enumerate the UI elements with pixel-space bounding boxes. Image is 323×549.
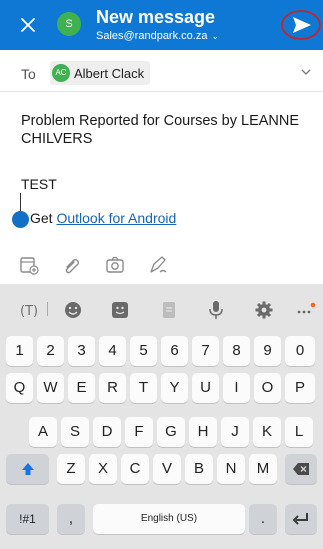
symbols-key[interactable]: !#1 — [6, 504, 49, 534]
compose-toolbar — [0, 250, 323, 280]
key-3[interactable]: 3 — [68, 336, 95, 366]
settings-icon[interactable] — [253, 300, 275, 320]
key-g[interactable]: G — [157, 417, 185, 447]
key-2[interactable]: 2 — [37, 336, 64, 366]
key-x[interactable]: X — [89, 454, 117, 484]
key-a[interactable]: A — [29, 417, 57, 447]
key-v[interactable]: V — [153, 454, 181, 484]
key-4[interactable]: 4 — [99, 336, 126, 366]
signature-prefix: Get — [30, 210, 57, 226]
key-d[interactable]: D — [93, 417, 121, 447]
key-c[interactable]: C — [121, 454, 149, 484]
key-i[interactable]: I — [223, 373, 250, 403]
emoji-icon[interactable] — [62, 300, 84, 320]
key-h[interactable]: H — [189, 417, 217, 447]
key-e[interactable]: E — [68, 373, 95, 403]
key-5[interactable]: 5 — [130, 336, 157, 366]
chevron-down-icon[interactable] — [300, 66, 312, 78]
message-body[interactable]: TEST — [21, 176, 57, 192]
chevron-down-icon: ⌄ — [211, 31, 219, 41]
key-r[interactable]: R — [99, 373, 126, 403]
period-key[interactable]: . — [249, 504, 277, 534]
key-s[interactable]: S — [61, 417, 89, 447]
from-address: Sales@randpark.co.za — [96, 30, 208, 42]
key-b[interactable]: B — [185, 454, 213, 484]
recipient-chip[interactable]: AC Albert Clack — [50, 61, 151, 85]
key-w[interactable]: W — [37, 373, 64, 403]
backspace-icon — [293, 463, 309, 475]
camera-icon[interactable] — [104, 254, 126, 276]
key-k[interactable]: K — [253, 417, 281, 447]
recipient-avatar: AC — [52, 64, 70, 82]
backspace-key[interactable] — [285, 454, 317, 484]
key-o[interactable]: O — [254, 373, 281, 403]
spacebar[interactable]: English (US) — [93, 504, 245, 534]
key-0[interactable]: 0 — [285, 336, 315, 366]
key-j[interactable]: J — [221, 417, 249, 447]
key-y[interactable]: Y — [161, 373, 188, 403]
comma-key[interactable]: , — [57, 504, 85, 534]
compose-header: S New message Sales@randpark.co.za ⌄ — [0, 0, 323, 50]
enter-key[interactable] — [285, 504, 317, 534]
recipient-name: Albert Clack — [74, 65, 145, 81]
key-t[interactable]: T — [130, 373, 157, 403]
shift-key[interactable] — [6, 454, 49, 484]
key-m[interactable]: M — [249, 454, 277, 484]
sender-avatar: S — [57, 12, 81, 36]
more-icon[interactable] — [295, 300, 317, 320]
soft-keyboard: (T) 1 2 3 4 5 6 7 8 9 0 Q W E R T Y U I … — [0, 284, 323, 549]
shift-arrow-icon — [21, 463, 34, 475]
outlook-link[interactable]: Outlook for Android — [56, 210, 176, 226]
key-z[interactable]: Z — [57, 454, 85, 484]
send-button[interactable] — [280, 8, 322, 42]
subject-field[interactable]: Problem Reported for Courses by LEANNE C… — [21, 112, 306, 148]
toolbar-divider — [47, 302, 48, 316]
key-u[interactable]: U — [192, 373, 219, 403]
pen-icon[interactable] — [147, 254, 169, 276]
close-icon[interactable] — [14, 11, 42, 39]
key-7[interactable]: 7 — [192, 336, 219, 366]
clipboard-icon[interactable] — [158, 300, 180, 320]
svg-text:(T): (T) — [20, 304, 38, 319]
key-l[interactable]: L — [285, 417, 313, 447]
from-account-selector[interactable]: Sales@randpark.co.za ⌄ — [96, 30, 219, 42]
signature: Get Outlook for Android — [30, 210, 176, 226]
mic-icon[interactable] — [205, 300, 227, 320]
key-n[interactable]: N — [217, 454, 245, 484]
key-q[interactable]: Q — [6, 373, 33, 403]
attach-file-icon[interactable] — [18, 254, 40, 276]
send-icon — [293, 17, 311, 33]
key-9[interactable]: 9 — [254, 336, 281, 366]
page-title: New message — [96, 7, 216, 27]
key-6[interactable]: 6 — [161, 336, 188, 366]
text-cursor — [20, 193, 21, 213]
key-p[interactable]: P — [285, 373, 315, 403]
key-1[interactable]: 1 — [6, 336, 33, 366]
sticker-icon[interactable] — [109, 300, 131, 320]
translate-icon[interactable]: (T) — [18, 300, 40, 320]
cursor-handle[interactable] — [12, 211, 29, 228]
to-row[interactable]: To AC Albert Clack — [0, 56, 323, 92]
enter-icon — [292, 513, 308, 525]
key-8[interactable]: 8 — [223, 336, 250, 366]
key-f[interactable]: F — [125, 417, 153, 447]
paperclip-icon[interactable] — [61, 254, 83, 276]
to-label: To — [21, 66, 36, 82]
keyboard-toolbar: (T) — [0, 284, 323, 334]
